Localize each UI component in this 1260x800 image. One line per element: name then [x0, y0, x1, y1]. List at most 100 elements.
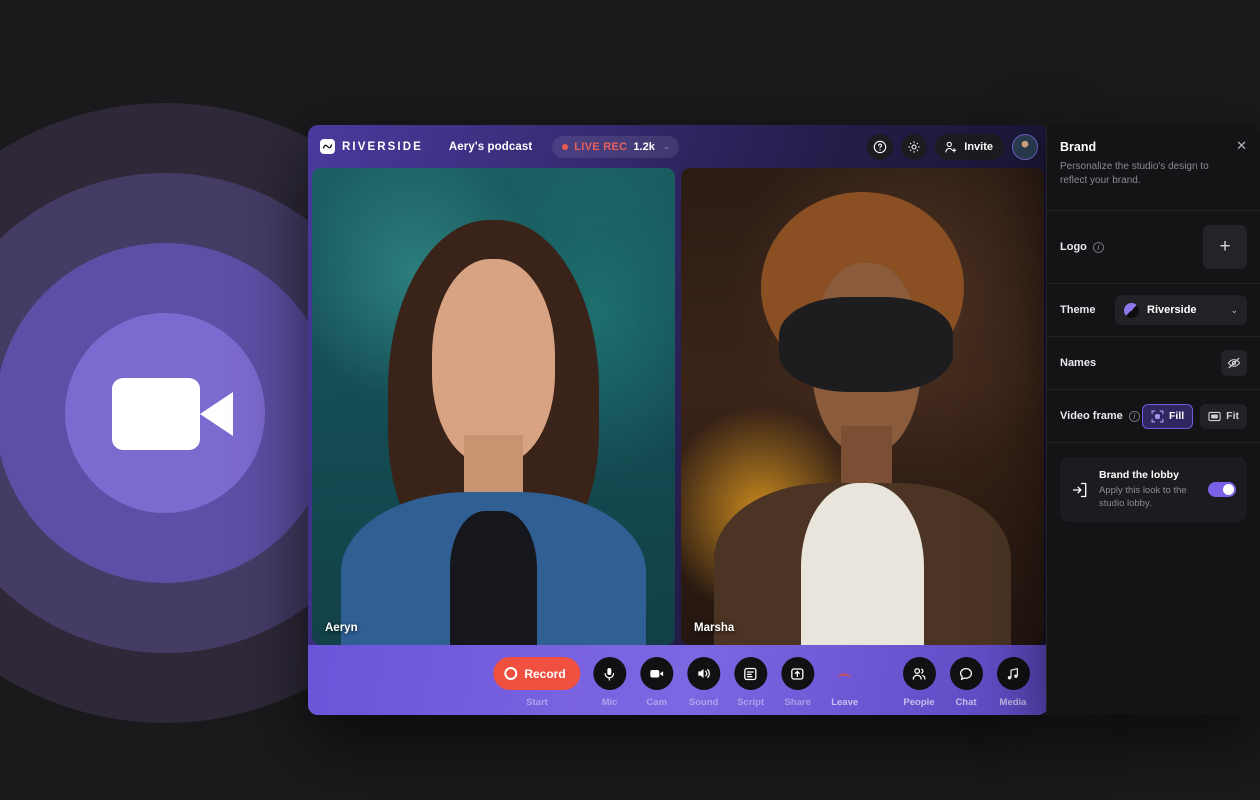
video-frame-fill-option[interactable]: Fill: [1142, 404, 1193, 429]
participant-silhouette: [450, 511, 537, 645]
toggle-knob: [1223, 484, 1234, 495]
record-caption: Start: [526, 697, 548, 708]
lobby-title: Brand the lobby: [1099, 469, 1198, 481]
info-icon[interactable]: i: [1129, 411, 1140, 422]
script-control[interactable]: Script: [733, 657, 769, 708]
panel-title: Brand: [1060, 140, 1096, 154]
speaker-icon: [687, 657, 720, 690]
leave-arrow-icon: [828, 657, 861, 690]
panel-subtitle: Personalize the studio's design to refle…: [1060, 160, 1210, 188]
video-frame-row: Video frame i Fill Fit: [1060, 390, 1247, 442]
chat-control[interactable]: Chat: [948, 657, 984, 708]
video-tile[interactable]: Marsha: [681, 168, 1044, 645]
riverside-wave-icon: [320, 139, 335, 154]
share-caption: Share: [784, 697, 810, 708]
camera-control[interactable]: Cam: [639, 657, 675, 708]
chevron-down-icon: ⌄: [1230, 305, 1238, 316]
brand-name: RIVERSIDE: [342, 141, 423, 153]
mic-caption: Mic: [602, 697, 618, 708]
video-grid: Aeryn Marsha: [308, 168, 1048, 645]
fill-frame-icon: [1151, 410, 1164, 423]
live-rec-badge[interactable]: LIVE REC 1.2k ⌄: [552, 136, 679, 158]
page-root: RIVERSIDE Aery's podcast LIVE REC 1.2k ⌄…: [0, 0, 1260, 800]
participant-silhouette: [801, 483, 924, 645]
chat-caption: Chat: [955, 697, 976, 708]
fit-frame-icon: [1208, 410, 1221, 423]
header-actions: Invite: [867, 134, 1038, 160]
lobby-toggle[interactable]: [1208, 482, 1236, 497]
media-control[interactable]: Media: [995, 657, 1031, 708]
logo-row: Logo i +: [1060, 211, 1247, 283]
record-dot-icon: [504, 667, 517, 680]
names-row: Names: [1060, 337, 1247, 389]
leave-control[interactable]: Leave: [827, 657, 863, 708]
toolbar-right-group: People Chat Media: [901, 657, 1031, 708]
video-frame-label: Video frame: [1060, 410, 1123, 422]
add-logo-button[interactable]: +: [1203, 225, 1247, 269]
record-button[interactable]: Record: [493, 657, 580, 690]
people-control[interactable]: People: [901, 657, 937, 708]
theme-swatch-icon: [1124, 303, 1139, 318]
chevron-down-icon[interactable]: ⌄: [663, 141, 671, 152]
video-camera-icon: [640, 657, 673, 690]
script-icon: [734, 657, 767, 690]
settings-button[interactable]: [901, 134, 927, 160]
participant-silhouette: [779, 297, 953, 392]
participant-silhouette: [432, 259, 555, 464]
enter-door-icon: [1071, 481, 1089, 499]
help-button[interactable]: [867, 134, 893, 160]
camera-body-shape: [112, 378, 200, 450]
theme-label: Theme: [1060, 304, 1095, 316]
studio-toolbar: Record Start Mic Cam: [308, 645, 1048, 715]
people-caption: People: [903, 697, 934, 708]
invite-button[interactable]: Invite: [935, 134, 1004, 160]
close-icon[interactable]: ✕: [1236, 140, 1247, 152]
camera-lens-triangle: [200, 392, 233, 436]
share-control[interactable]: Share: [780, 657, 816, 708]
brand-logo[interactable]: RIVERSIDE: [320, 139, 423, 154]
brand-panel: Brand ✕ Personalize the studio's design …: [1046, 125, 1260, 715]
theme-row: Theme Riverside ⌄: [1060, 284, 1247, 336]
script-caption: Script: [737, 697, 764, 708]
theme-value: Riverside: [1147, 304, 1197, 316]
avatar[interactable]: [1012, 134, 1038, 160]
toolbar-center-group: Record Start Mic Cam: [493, 657, 862, 708]
plus-icon: +: [1219, 236, 1230, 258]
invite-label: Invite: [964, 141, 993, 153]
sound-control[interactable]: Sound: [686, 657, 722, 708]
mic-control[interactable]: Mic: [592, 657, 628, 708]
video-frame-options: Fill Fit: [1142, 404, 1247, 429]
lobby-text: Brand the lobby Apply this look to the s…: [1099, 469, 1198, 510]
leave-caption: Leave: [831, 697, 858, 708]
share-screen-icon: [781, 657, 814, 690]
names-label: Names: [1060, 357, 1096, 369]
brand-panel-header: Brand ✕: [1060, 125, 1247, 154]
app-header: RIVERSIDE Aery's podcast LIVE REC 1.2k ⌄…: [308, 125, 1048, 168]
chat-bubble-icon: [950, 657, 983, 690]
live-dot-icon: [562, 144, 568, 150]
participant-name: Aeryn: [325, 622, 358, 634]
eye-off-icon: [1227, 356, 1241, 370]
fill-option-label: Fill: [1169, 410, 1184, 422]
record-button-label: Record: [524, 667, 565, 681]
music-note-icon: [997, 657, 1030, 690]
video-camera-logo: [112, 372, 237, 457]
record-control: Record Start: [493, 657, 580, 708]
lobby-description: Apply this look to the studio lobby.: [1099, 484, 1198, 510]
names-visibility-toggle[interactable]: [1221, 350, 1247, 376]
studio-app-window: RIVERSIDE Aery's podcast LIVE REC 1.2k ⌄…: [308, 125, 1048, 715]
project-title: Aery's podcast: [449, 141, 532, 153]
live-rec-label: LIVE REC: [574, 141, 627, 153]
theme-select[interactable]: Riverside ⌄: [1115, 295, 1247, 325]
video-tile[interactable]: Aeryn: [312, 168, 675, 645]
info-icon[interactable]: i: [1093, 242, 1104, 253]
video-frame-fit-option[interactable]: Fit: [1200, 404, 1247, 429]
sound-caption: Sound: [689, 697, 719, 708]
people-icon: [903, 657, 936, 690]
microphone-icon: [593, 657, 626, 690]
brand-lobby-card: Brand the lobby Apply this look to the s…: [1060, 457, 1247, 522]
divider: [1047, 442, 1260, 443]
camera-caption: Cam: [646, 697, 667, 708]
live-viewer-count: 1.2k: [633, 141, 654, 153]
fit-option-label: Fit: [1226, 410, 1239, 422]
